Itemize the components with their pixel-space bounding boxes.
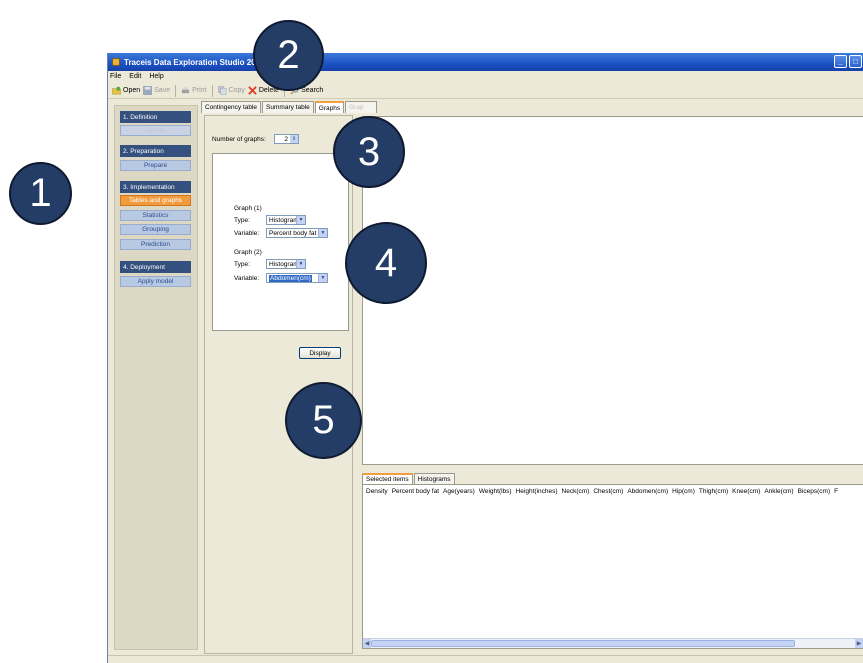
copy-button[interactable]: Copy (217, 86, 245, 95)
section-header-implementation: 3. Implementation (120, 181, 191, 193)
printer-icon (181, 86, 190, 94)
menu-help[interactable]: Help (149, 73, 163, 80)
display-button[interactable]: Display (299, 347, 341, 359)
callout-4: 4 (345, 222, 427, 304)
graph2-type-label: Type: (234, 261, 250, 268)
scroll-thumb[interactable] (371, 640, 795, 647)
horizontal-scrollbar[interactable]: ◀ ▶ (363, 638, 863, 648)
scroll-right-icon[interactable]: ▶ (855, 639, 863, 648)
scroll-left-icon[interactable]: ◀ (363, 639, 371, 648)
column-header[interactable]: Abdomen(cm) (627, 488, 668, 495)
toolbar: Open Save Print Copy Delete Search (108, 83, 863, 99)
column-header[interactable]: Height(inches) (516, 488, 558, 495)
minimize-button[interactable]: _ (834, 55, 847, 68)
column-header[interactable]: Hip(cm) (672, 488, 695, 495)
save-button[interactable]: Save (143, 86, 170, 95)
section-header-definition: 1. Definition (120, 111, 191, 123)
tab-graphs[interactable]: Graphs (314, 101, 345, 113)
window-controls: _ □ (834, 55, 862, 68)
chevron-down-icon[interactable]: ▼ (318, 229, 327, 237)
data-table: Density Percent body fat Age(years) Weig… (362, 484, 863, 649)
bottom-tabs: Selected items Histograms (362, 473, 456, 484)
toolbar-divider (175, 84, 177, 97)
graph1-type-label: Type: (234, 217, 250, 224)
menu-edit[interactable]: Edit (129, 73, 141, 80)
column-header[interactable]: Weight(lbs) (479, 488, 512, 495)
open-button[interactable]: Open (112, 86, 140, 95)
tab-graph-results[interactable]: Grap (345, 101, 378, 113)
save-icon (143, 86, 152, 95)
graph1-variable-select[interactable]: Percent body fat ▼ (266, 228, 328, 238)
graph-display-area (362, 116, 863, 465)
column-header[interactable]: Neck(cm) (562, 488, 590, 495)
graph2-title: Graph (2) (234, 249, 262, 256)
section-header-preparation: 2. Preparation (120, 145, 191, 157)
column-header[interactable]: Biceps(cm) (798, 488, 831, 495)
workflow-sidebar: 1. Definition Define 2. Preparation Prep… (114, 105, 198, 650)
menu-file[interactable]: File (110, 73, 121, 80)
graph2-type-select[interactable]: Histogram ▼ (266, 259, 306, 269)
callout-2: 2 (253, 20, 324, 91)
tab-histograms[interactable]: Histograms (413, 473, 455, 484)
chevron-down-icon[interactable]: ▼ (296, 260, 305, 268)
stepper-arrows-icon[interactable]: ⇕ (290, 135, 298, 143)
copy-icon (217, 86, 226, 95)
toolbar-divider (211, 84, 213, 97)
section-header-deployment: 4. Deployment (120, 261, 191, 273)
number-of-graphs-stepper[interactable]: 2 ⇕ (274, 134, 299, 144)
tab-contingency-table[interactable]: Contingency table (201, 101, 262, 113)
chevron-down-icon[interactable]: ▼ (296, 216, 305, 224)
tab-summary-table[interactable]: Summary table (262, 101, 314, 113)
main-tabs: Contingency table Summary table Graphs G… (201, 101, 378, 113)
sidebar-item-prediction[interactable]: Prediction (120, 239, 191, 250)
app-icon (112, 58, 120, 66)
graph2-variable-label: Variable: (234, 275, 260, 282)
sidebar-item-grouping[interactable]: Grouping (120, 224, 191, 235)
menu-bar: File Edit Help (108, 71, 863, 82)
graph2-variable-select[interactable]: Abdomen(cm) ▼ (266, 273, 328, 283)
table-header-row: Density Percent body fat Age(years) Weig… (366, 488, 838, 495)
sidebar-item-prepare[interactable]: Prepare (120, 160, 191, 171)
column-header[interactable]: Percent body fat (392, 488, 439, 495)
delete-x-icon (248, 86, 257, 95)
column-header[interactable]: Thigh(cm) (699, 488, 728, 495)
maximize-button[interactable]: □ (849, 55, 862, 68)
chevron-down-icon[interactable]: ▼ (318, 274, 327, 282)
column-header[interactable]: Knee(cm) (732, 488, 760, 495)
callout-5: 5 (285, 382, 362, 459)
folder-open-icon (112, 86, 121, 95)
graph1-title: Graph (1) (234, 205, 262, 212)
callout-3: 3 (333, 116, 405, 188)
print-button[interactable]: Print (181, 86, 207, 95)
app-window: Traceis Data Exploration Studio 200 _ □ … (107, 53, 863, 663)
graph1-type-select[interactable]: Histogram ▼ (266, 215, 306, 225)
sidebar-item-tables-and-graphs[interactable]: Tables and graphs (120, 195, 191, 206)
sidebar-item-statistics[interactable]: Statistics (120, 210, 191, 221)
graph1-variable-label: Variable: (234, 230, 260, 237)
graph-definitions-box (212, 153, 349, 331)
window-title: Traceis Data Exploration Studio 200 (124, 57, 261, 67)
number-of-graphs-label: Number of graphs: (212, 136, 266, 143)
column-header[interactable]: F (834, 488, 838, 495)
callout-1: 1 (9, 162, 72, 225)
tab-selected-items[interactable]: Selected items (362, 473, 413, 484)
sidebar-item-apply-model[interactable]: Apply model (120, 276, 191, 287)
column-header[interactable]: Chest(cm) (593, 488, 623, 495)
sidebar-item-define[interactable]: Define (120, 125, 191, 136)
column-header[interactable]: Age(years) (443, 488, 475, 495)
status-bar (108, 655, 863, 663)
column-header[interactable]: Density (366, 488, 388, 495)
title-bar: Traceis Data Exploration Studio 200 _ □ (108, 53, 863, 71)
column-header[interactable]: Ankle(cm) (764, 488, 793, 495)
